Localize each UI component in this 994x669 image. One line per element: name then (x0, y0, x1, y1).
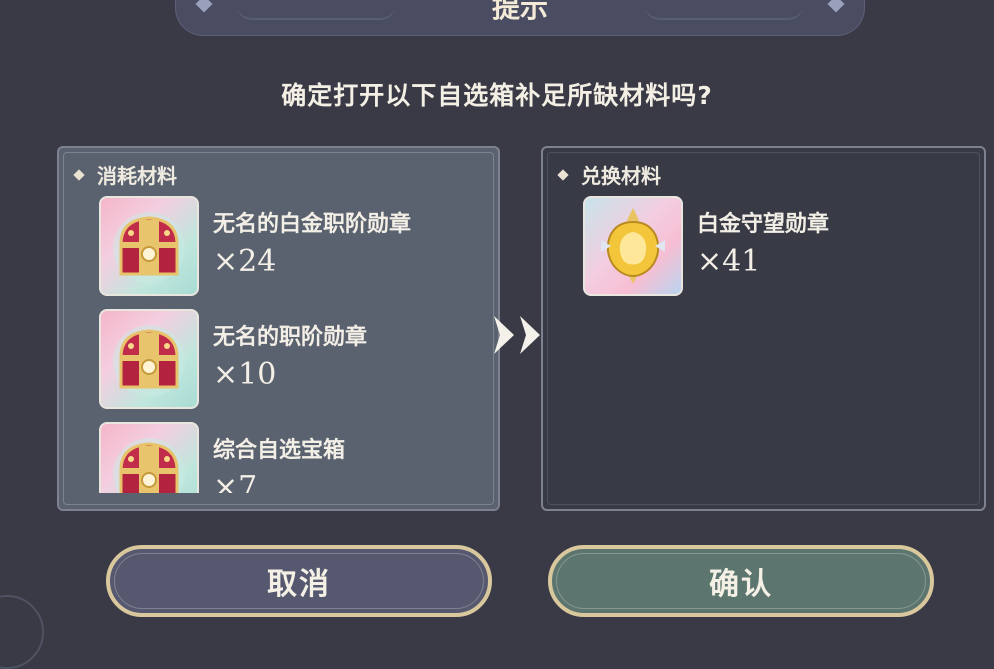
confirm-button[interactable]: 确认 (548, 545, 934, 617)
cancel-button[interactable]: 取消 (106, 545, 492, 617)
item-name: 综合自选宝箱 (213, 438, 346, 463)
exchange-materials-list: 白金守望勋章 ×41 (543, 194, 984, 493)
consume-materials-panel: 消耗材料 无名的白金职阶勋章 ×24 无名的职阶勋章 ×10 综合自选宝箱 ×7 (57, 146, 500, 511)
list-item[interactable]: 白金守望勋章 ×41 (583, 196, 963, 298)
treasure-chest-icon (99, 196, 199, 296)
dialog-title: 提示 (491, 0, 548, 24)
item-quantity: ×24 (213, 244, 277, 279)
list-item[interactable]: 无名的白金职阶勋章 ×24 (99, 196, 479, 298)
list-item[interactable]: 综合自选宝箱 ×7 (99, 422, 479, 493)
consume-materials-title: 消耗材料 (97, 164, 177, 188)
diamond-bullet-icon (73, 168, 85, 181)
treasure-chest-icon (99, 422, 199, 493)
exchange-materials-title: 兑换材料 (581, 164, 661, 188)
item-name: 白金守望勋章 (697, 212, 830, 237)
confirm-button-label: 确认 (709, 567, 773, 602)
list-item[interactable]: 无名的职阶勋章 ×10 (99, 309, 479, 411)
item-quantity: ×7 (213, 470, 258, 493)
confirm-question: 确定打开以下自选箱补足所缺材料吗? (281, 81, 713, 110)
item-quantity: ×41 (697, 244, 761, 279)
exchange-materials-header: 兑换材料 (557, 160, 661, 189)
corner-ornament (0, 595, 44, 669)
consume-materials-header: 消耗材料 (73, 160, 177, 189)
item-name: 无名的职阶勋章 (213, 325, 368, 350)
item-name: 无名的白金职阶勋章 (213, 212, 412, 237)
item-quantity: ×10 (213, 357, 277, 392)
consume-materials-list[interactable]: 无名的白金职阶勋章 ×24 无名的职阶勋章 ×10 综合自选宝箱 ×7 (59, 194, 498, 493)
diamond-bullet-icon (557, 168, 569, 181)
exchange-materials-panel: 兑换材料 白金守望勋章 ×41 (541, 146, 986, 511)
platinum-medal-icon (583, 196, 683, 296)
cancel-button-label: 取消 (267, 567, 331, 602)
treasure-chest-icon (99, 309, 199, 409)
dialog-title-banner: 提示 (175, 0, 865, 36)
